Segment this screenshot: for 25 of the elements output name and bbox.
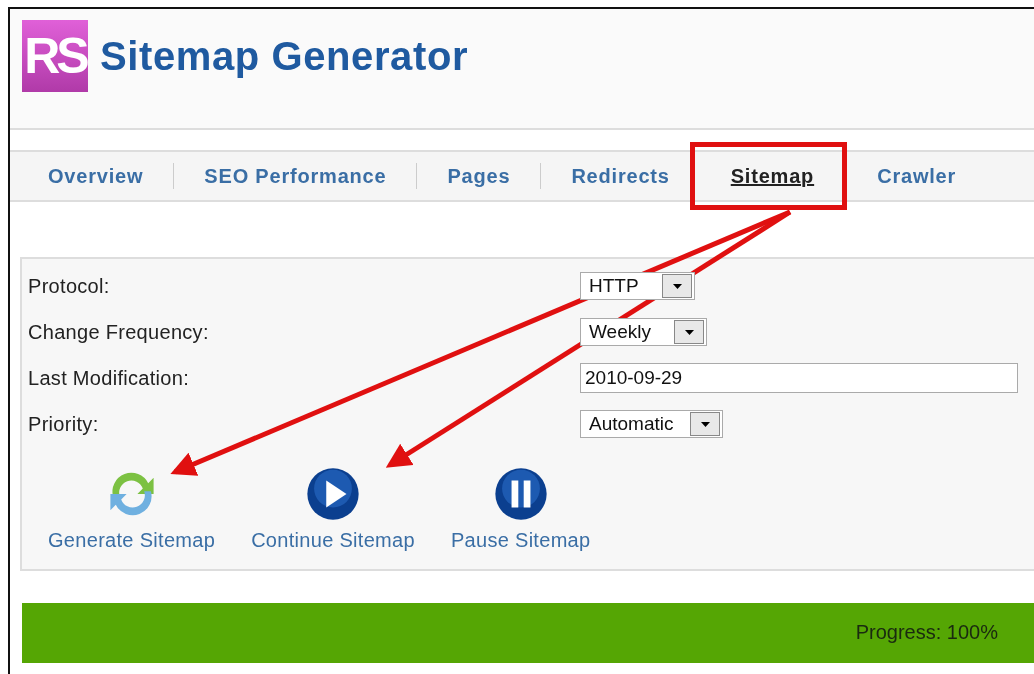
progress-text: Progress: 100%: [855, 621, 998, 644]
tab[interactable]: Pages: [447, 164, 511, 188]
dropdown[interactable]: Automatic: [580, 410, 723, 438]
logo: RS: [22, 20, 88, 92]
action-button[interactable]: Pause Sitemap: [450, 467, 591, 552]
pause-icon: [493, 467, 548, 521]
field-label: Last Modification:: [28, 366, 191, 390]
tab[interactable]: SEO Performance: [204, 164, 387, 188]
action-button[interactable]: Continue Sitemap: [251, 467, 415, 552]
field-label: Priority:: [28, 412, 100, 436]
field-label: Protocol:: [28, 274, 111, 298]
action-button[interactable]: Generate Sitemap: [48, 467, 216, 552]
caret-icon: [684, 329, 694, 335]
tab[interactable]: Crawler: [877, 164, 957, 188]
app-title: Sitemap Generator: [100, 33, 469, 79]
date-field[interactable]: 2010-09-29: [580, 363, 1018, 393]
tab[interactable]: Redirects: [571, 164, 670, 188]
dropdown[interactable]: Weekly: [580, 318, 707, 346]
dropdown[interactable]: HTTP: [580, 272, 695, 300]
caret-icon: [700, 421, 710, 427]
tab[interactable]: Sitemap: [730, 165, 815, 187]
field-label: Change Frequency:: [28, 320, 210, 344]
caret-icon: [672, 283, 682, 289]
tab[interactable]: Overview: [48, 164, 144, 188]
play-icon: [306, 467, 360, 521]
